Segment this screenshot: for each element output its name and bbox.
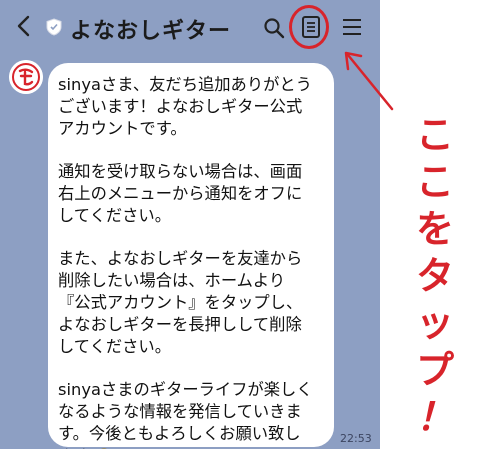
pointer-arrow: [344, 51, 394, 111]
message-line: してください。: [58, 336, 171, 356]
callout-char: こ: [415, 113, 454, 157]
message-line: してください。: [58, 205, 171, 225]
chat-screen: よなおしギター sinyaさま、友だち追加ありがとう ございます！よなおしギター…: [0, 0, 380, 449]
callout-char: ッ: [415, 301, 454, 345]
avatar-logo[interactable]: [9, 60, 43, 94]
message-line: 右上のメニューから通知をオフに: [58, 183, 303, 203]
message-line: 通知を受け取らない場合は、画面: [58, 162, 303, 182]
callout-char: こ: [415, 160, 454, 204]
callout-char: を: [415, 207, 454, 251]
chat-title: よなおしギター: [70, 19, 232, 44]
message-line: アカウントです。: [58, 118, 187, 138]
message-line: 削除したい場合は、ホームより: [58, 271, 286, 291]
message-line: sinyaさま、友だち追加ありがとう: [58, 75, 312, 94]
callout-char: タ: [415, 254, 454, 298]
search-icon[interactable]: [262, 16, 286, 40]
callout-char: プ: [415, 348, 454, 392]
chat-header: よなおしギター: [0, 0, 380, 56]
emoji-icon: [99, 448, 108, 449]
message-line: よなおしギターを長押しして削除: [58, 314, 302, 334]
message-text: sinyaさま、友だち追加ありがとう ございます！よなおしギター公式 アカウント…: [58, 74, 334, 449]
callout-char: ！: [415, 395, 454, 439]
back-icon[interactable]: [14, 14, 34, 38]
menu-icon[interactable]: [342, 18, 362, 36]
highlight-ring: [289, 5, 329, 49]
message-line: また、よなおしギターを友達から: [58, 249, 303, 269]
shield-icon: [46, 18, 62, 36]
tap-here-callout: ここをタップ！: [408, 112, 462, 441]
message-line: sinyaさまのギターライフが楽しく: [58, 380, 313, 400]
message-line: す。今後ともよろしくお願い致し: [58, 423, 301, 443]
message-line: 『公式アカウント』をタップし、: [58, 292, 303, 312]
message-time: 22:53: [340, 432, 372, 445]
message-line: ございます！よなおしギター公式: [58, 96, 303, 116]
message-line: なるような情報を発信していきま: [58, 401, 302, 421]
